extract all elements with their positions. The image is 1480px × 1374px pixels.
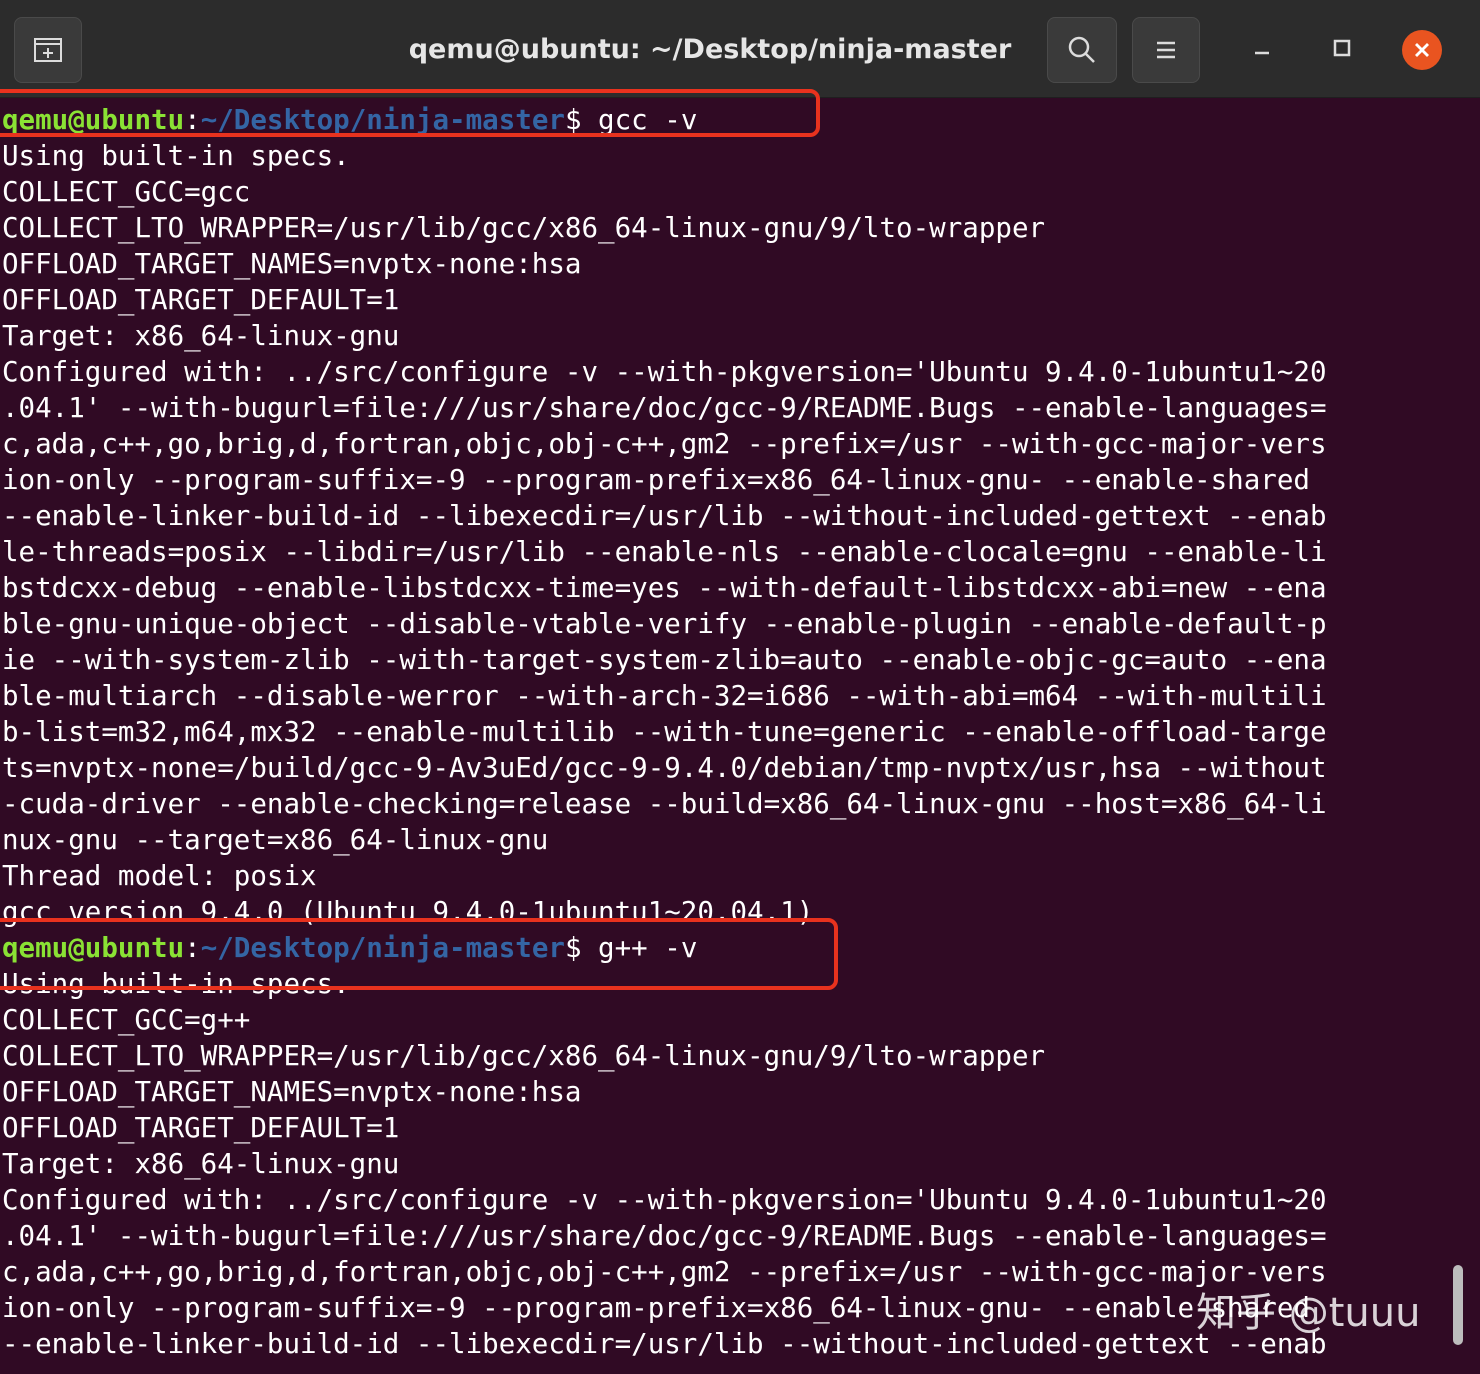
prompt-user: qemu@ubuntu	[2, 104, 185, 136]
output-line: ion-only --program-suffix=-9 --program-p…	[2, 464, 1310, 496]
output-line: COLLECT_LTO_WRAPPER=/usr/lib/gcc/x86_64-…	[2, 1040, 1046, 1072]
close-button[interactable]	[1397, 25, 1447, 75]
terminal-output[interactable]: qemu@ubuntu:~/Desktop/ninja-master$ gcc …	[0, 100, 1480, 1374]
output-line: gcc version 9.4.0 (Ubuntu 9.4.0-1ubuntu1…	[2, 896, 814, 928]
title-bar: qemu@ubuntu: ~/Desktop/ninja-master	[0, 0, 1480, 98]
output-line: le-threads=posix --libdir=/usr/lib --ena…	[2, 536, 1327, 568]
output-line: ion-only --program-suffix=-9 --program-p…	[2, 1292, 1310, 1324]
output-line: ts=nvptx-none=/build/gcc-9-Av3uEd/gcc-9-…	[2, 752, 1327, 784]
output-line: COLLECT_GCC=g++	[2, 1004, 251, 1036]
output-line: --enable-linker-build-id --libexecdir=/u…	[2, 500, 1327, 532]
output-line: c,ada,c++,go,brig,d,fortran,objc,obj-c++…	[2, 428, 1327, 460]
output-line: OFFLOAD_TARGET_NAMES=nvptx-none:hsa	[2, 1076, 582, 1108]
close-icon	[1402, 30, 1442, 70]
prompt-command: $ gcc -v	[564, 104, 698, 136]
output-line: Target: x86_64-linux-gnu	[2, 320, 400, 352]
output-line: .04.1' --with-bugurl=file:///usr/share/d…	[2, 392, 1327, 424]
output-line: nux-gnu --target=x86_64-linux-gnu	[2, 824, 549, 856]
minimize-icon	[1252, 38, 1272, 63]
output-line: Configured with: ../src/configure -v --w…	[2, 356, 1327, 388]
output-line: .04.1' --with-bugurl=file:///usr/share/d…	[2, 1220, 1327, 1252]
search-button[interactable]	[1047, 17, 1117, 83]
output-line: COLLECT_LTO_WRAPPER=/usr/lib/gcc/x86_64-…	[2, 212, 1046, 244]
output-line: Using built-in specs.	[2, 968, 350, 1000]
new-tab-button[interactable]	[14, 17, 82, 83]
prompt-line: qemu@ubuntu:~/Desktop/ninja-master$ gcc …	[2, 102, 697, 138]
window-title: qemu@ubuntu: ~/Desktop/ninja-master	[408, 34, 1012, 65]
output-line: ble-gnu-unique-object --disable-vtable-v…	[2, 608, 1327, 640]
prompt-separator: :	[184, 932, 201, 964]
output-line: ble-multiarch --disable-werror --with-ar…	[2, 680, 1327, 712]
output-line: Thread model: posix	[2, 860, 317, 892]
output-line: Configured with: ../src/configure -v --w…	[2, 1184, 1327, 1216]
output-line: --enable-linker-build-id --libexecdir=/u…	[2, 1328, 1327, 1360]
output-line: ie --with-system-zlib --with-target-syst…	[2, 644, 1327, 676]
scrollbar[interactable]	[1453, 1265, 1463, 1345]
prompt-line: qemu@ubuntu:~/Desktop/ninja-master$ g++ …	[2, 930, 697, 966]
watermark: 知乎 @tuuu	[1196, 1290, 1421, 1336]
output-line: OFFLOAD_TARGET_NAMES=nvptx-none:hsa	[2, 248, 582, 280]
search-icon	[1067, 35, 1097, 65]
prompt-user: qemu@ubuntu	[2, 932, 185, 964]
minimize-button[interactable]	[1237, 25, 1287, 75]
output-line: b-list=m32,m64,mx32 --enable-multilib --…	[2, 716, 1327, 748]
output-line: OFFLOAD_TARGET_DEFAULT=1	[2, 284, 400, 316]
terminal-window: qemu@ubuntu: ~/Desktop/ninja-master qemu…	[0, 0, 1480, 1374]
output-line: bstdcxx-debug --enable-libstdcxx-time=ye…	[2, 572, 1327, 604]
menu-button[interactable]	[1132, 17, 1200, 83]
maximize-icon	[1332, 38, 1352, 63]
maximize-button[interactable]	[1317, 25, 1367, 75]
new-tab-icon	[33, 37, 63, 63]
prompt-command: $ g++ -v	[564, 932, 698, 964]
output-line: OFFLOAD_TARGET_DEFAULT=1	[2, 1112, 400, 1144]
prompt-path: ~/Desktop/ninja-master	[200, 104, 565, 136]
output-line: c,ada,c++,go,brig,d,fortran,objc,obj-c++…	[2, 1256, 1327, 1288]
output-line: Using built-in specs.	[2, 140, 350, 172]
output-line: -cuda-driver --enable-checking=release -…	[2, 788, 1327, 820]
hamburger-menu-icon	[1155, 40, 1177, 60]
prompt-separator: :	[184, 104, 201, 136]
prompt-path: ~/Desktop/ninja-master	[200, 932, 565, 964]
output-line: Target: x86_64-linux-gnu	[2, 1148, 400, 1180]
output-line: COLLECT_GCC=gcc	[2, 176, 251, 208]
